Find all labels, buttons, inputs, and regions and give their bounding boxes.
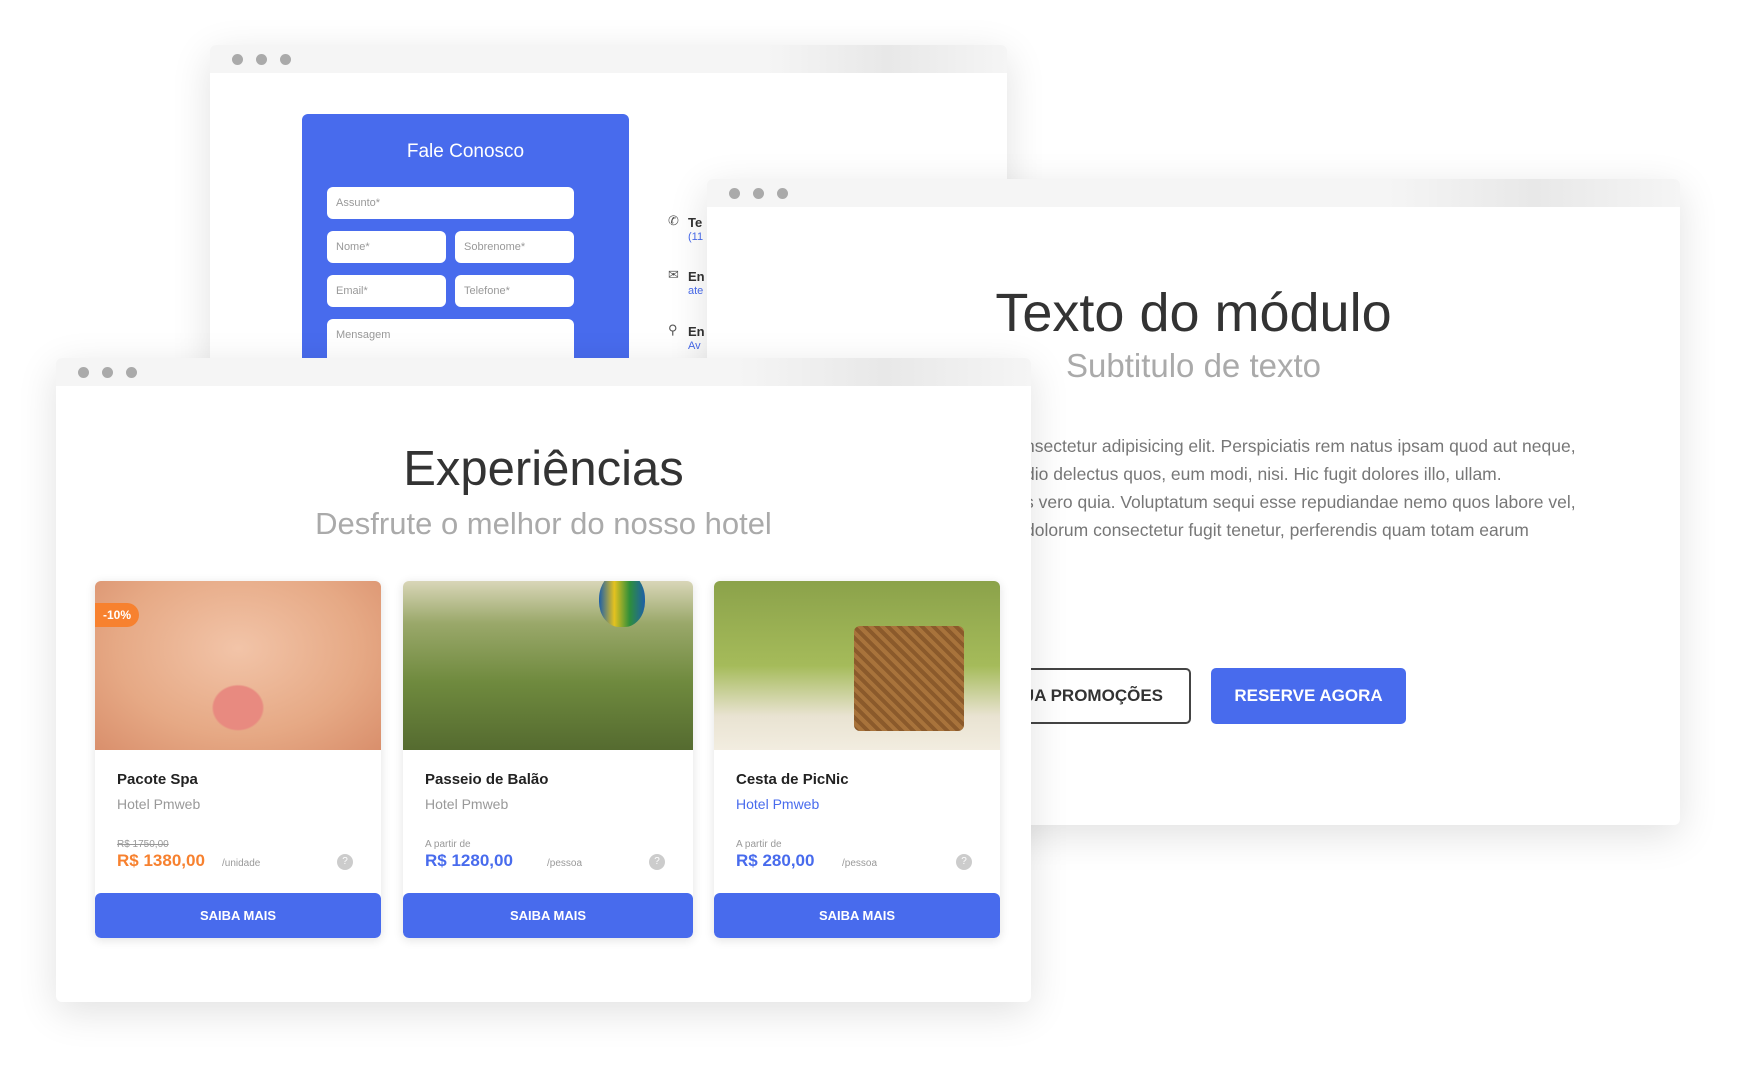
price-prefix: A partir de	[736, 839, 782, 850]
price: R$ 280,00	[736, 851, 815, 870]
contact-email: ✉ En ate	[668, 267, 705, 297]
basket-icon	[854, 626, 964, 731]
reserve-now-button[interactable]: RESERVE AGORA	[1211, 668, 1406, 724]
card-title: Pacote Spa	[117, 771, 198, 788]
price: R$ 1380,00	[117, 851, 205, 870]
learn-more-button[interactable]: SAIBA MAIS	[95, 893, 381, 938]
help-icon[interactable]: ?	[956, 854, 972, 870]
price-prefix: A partir de	[425, 839, 471, 850]
learn-more-button[interactable]: SAIBA MAIS	[403, 893, 693, 938]
window-dot	[256, 53, 267, 65]
experiences-title: Experiências	[403, 442, 684, 496]
card-hotel: Hotel Pmweb	[425, 796, 509, 812]
window-dot	[232, 53, 243, 65]
window-dot	[102, 366, 113, 378]
paragraph-line: dolorum consectetur fugit tenetur, perfe…	[1025, 520, 1529, 540]
balloon-image	[403, 581, 693, 750]
contact-label: Te	[688, 215, 703, 230]
contact-value[interactable]: (11	[688, 231, 703, 243]
discount-badge: -10%	[95, 603, 140, 627]
price-unit: /pessoa	[547, 858, 583, 869]
picnic-image	[714, 581, 1000, 750]
contact-value[interactable]: ate	[688, 285, 703, 297]
email-input[interactable]: Email*	[327, 275, 446, 307]
window-dot	[78, 366, 89, 378]
last-name-input[interactable]: Sobrenome*	[455, 231, 574, 263]
experiences-window: Experiências Desfrute o melhor do nosso …	[56, 358, 1031, 1002]
experience-card-picnic: Cesta de PicNic Hotel Pmweb A partir de …	[714, 581, 1000, 938]
experience-card-balloon: Passeio de Balão Hotel Pmweb A partir de…	[403, 581, 693, 938]
window-titlebar	[707, 179, 1680, 207]
card-hotel-link[interactable]: Hotel Pmweb	[736, 796, 819, 812]
window-dot	[126, 366, 137, 378]
window-titlebar	[210, 45, 1007, 73]
contact-value[interactable]: Av	[688, 340, 701, 352]
contact-phone: ✆ Te (11	[668, 213, 703, 243]
paragraph-line: s vero quia. Voluptatum sequi esse repud…	[1025, 492, 1576, 512]
help-icon[interactable]: ?	[337, 854, 353, 870]
window-dot	[280, 53, 291, 65]
phone-input[interactable]: Telefone*	[455, 275, 574, 307]
spa-image: -10%	[95, 581, 381, 750]
module-title: Texto do módulo	[995, 283, 1392, 343]
window-titlebar	[56, 358, 1031, 386]
contact-address: ⚲ En Av	[668, 322, 705, 352]
experiences-subtitle: Desfrute o melhor do nosso hotel	[315, 506, 772, 541]
phone-icon: ✆	[668, 213, 679, 228]
contact-label: En	[688, 324, 705, 339]
price-unit: /unidade	[222, 858, 261, 869]
module-paragraph-2: s vero quia. Voluptatum sequi esse repud…	[1025, 488, 1576, 544]
balloon-icon	[599, 581, 645, 627]
price-unit: /pessoa	[842, 858, 878, 869]
first-name-input[interactable]: Nome*	[327, 231, 446, 263]
subject-input[interactable]: Assunto*	[327, 187, 574, 219]
window-dot	[753, 187, 764, 199]
module-paragraph-1: nsectetur adipisicing elit. Perspiciatis…	[1025, 432, 1576, 488]
help-icon[interactable]: ?	[649, 854, 665, 870]
paragraph-line: nsectetur adipisicing elit. Perspiciatis…	[1025, 436, 1576, 456]
form-title: Fale Conosco	[406, 141, 525, 162]
price: R$ 1280,00	[425, 851, 513, 870]
contact-form: Fale Conosco Assunto* Nome* Sobrenome* E…	[302, 114, 629, 375]
contact-label: En	[688, 269, 705, 284]
window-dot	[777, 187, 788, 199]
experience-card-spa: -10% Pacote Spa Hotel Pmweb R$ 1750,00 R…	[95, 581, 381, 938]
old-price: R$ 1750,00	[117, 839, 169, 850]
envelope-icon: ✉	[668, 267, 679, 282]
window-dot	[729, 187, 740, 199]
map-pin-icon: ⚲	[668, 322, 678, 337]
learn-more-button[interactable]: SAIBA MAIS	[714, 893, 1000, 938]
card-title: Cesta de PicNic	[736, 771, 849, 788]
card-title: Passeio de Balão	[425, 771, 549, 788]
paragraph-line: dio delectus quos, eum modi, nisi. Hic f…	[1025, 464, 1502, 484]
card-hotel: Hotel Pmweb	[117, 796, 201, 812]
